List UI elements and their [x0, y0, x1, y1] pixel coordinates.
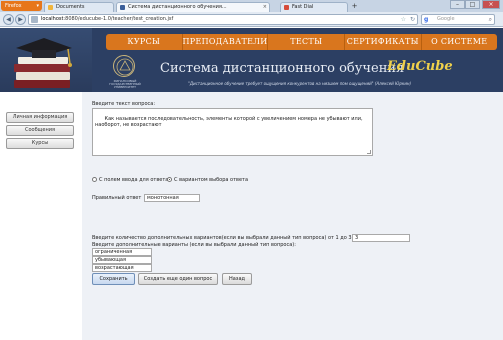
- tab-label: Documents: [56, 4, 85, 10]
- close-window-button[interactable]: ×: [482, 0, 500, 9]
- extra-variant-input-3[interactable]: возрастающая: [92, 264, 152, 272]
- close-tab-icon[interactable]: ×: [263, 3, 267, 12]
- chevron-down-icon: ▾: [36, 3, 39, 9]
- correct-answer-input[interactable]: монотонная: [144, 194, 200, 202]
- tab-fast-dial[interactable]: Fast Dial: [280, 2, 348, 12]
- tab-label: Система дистанционного обучения...: [128, 4, 227, 10]
- firefox-menu-label: Firefox: [5, 3, 22, 9]
- university-emblem-icon: [113, 55, 135, 77]
- site-brand: EduCube: [387, 59, 453, 74]
- firefox-menu-button[interactable]: Firefox ▾: [1, 1, 42, 11]
- radio-input-answer[interactable]: [92, 177, 97, 182]
- header-quote: "Дистанционное обучение требует ощущения…: [188, 81, 412, 86]
- variants-count-label: Введите количество дополнительных вариан…: [92, 235, 354, 241]
- sidebar-item-personal-info[interactable]: Личная информация: [6, 112, 74, 123]
- maximize-button[interactable]: □: [465, 0, 480, 9]
- url-host: localhost: [41, 16, 64, 22]
- url-path: :8080/educube-1.0/teacher/test_creation.…: [63, 16, 174, 22]
- site-icon: [120, 5, 125, 10]
- back-arrow-icon[interactable]: ◀: [3, 14, 14, 25]
- radio-input-answer-label: С полем ввода для ответа: [99, 177, 169, 183]
- minimize-button[interactable]: –: [450, 0, 465, 9]
- tab-educube[interactable]: Система дистанционного обучения... ×: [116, 2, 270, 12]
- url-text: localhost:8080/educube-1.0/teacher/test_…: [41, 15, 173, 24]
- sidebar-item-messages[interactable]: Сообщения: [6, 125, 74, 136]
- search-icon[interactable]: ⌕: [489, 15, 492, 24]
- menu-item-teachers[interactable]: ПРЕПОДАВАТЕЛИ: [183, 34, 269, 50]
- sidebar: Личная информация Сообщения Курсы: [0, 92, 82, 340]
- main-menu: КУРСЫ ПРЕПОДАВАТЕЛИ ТЕСТЫ СЕРТИФИКАТЫ О …: [106, 34, 497, 50]
- site-header: КУРСЫ ПРЕПОДАВАТЕЛИ ТЕСТЫ СЕРТИФИКАТЫ О …: [0, 28, 503, 92]
- fast-dial-icon: [284, 5, 289, 10]
- tab-documents[interactable]: Documents: [44, 2, 114, 12]
- logo-area: [0, 28, 92, 92]
- question-text: Как называется последовательность, элеме…: [95, 116, 365, 128]
- sidebar-item-courses[interactable]: Курсы: [6, 138, 74, 149]
- browser-nav-bar: ◀ ▶ localhost:8080/educube-1.0/teacher/t…: [0, 12, 503, 27]
- folder-icon: [48, 5, 53, 10]
- site-identity-icon: [31, 16, 38, 23]
- books-graphic: [14, 38, 72, 88]
- menu-item-certificates[interactable]: СЕРТИФИКАТЫ: [345, 34, 422, 50]
- books-logo-icon: [10, 36, 76, 90]
- page: КУРСЫ ПРЕПОДАВАТЕЛИ ТЕСТЫ СЕРТИФИКАТЫ О …: [0, 28, 503, 340]
- search-bar[interactable]: g Google ⌕: [421, 14, 495, 25]
- radio-choice-answer-label: С вариантом выбора ответа: [174, 177, 249, 183]
- question-label: Введите текст вопроса:: [92, 101, 156, 107]
- resize-grip-icon[interactable]: [367, 150, 371, 154]
- google-icon: g: [424, 16, 429, 23]
- radio-choice-answer[interactable]: [167, 177, 172, 182]
- test-creation-form: Введите текст вопроса: Как называется по…: [82, 92, 503, 340]
- tab-label: Fast Dial: [292, 4, 314, 10]
- menu-item-courses[interactable]: КУРСЫ: [106, 34, 183, 50]
- save-button[interactable]: Сохранить: [92, 273, 135, 285]
- create-another-question-button[interactable]: Создать еще один вопрос: [138, 273, 218, 285]
- bookmark-star-icon[interactable]: ☆: [401, 15, 406, 24]
- back-button[interactable]: Назад: [222, 273, 252, 285]
- extra-variant-input-2[interactable]: убывающая: [92, 256, 152, 264]
- plus-icon: +: [351, 2, 358, 10]
- browser-tab-bar: Firefox ▾ Documents Система дистанционно…: [0, 0, 503, 12]
- question-textarea[interactable]: Как называется последовательность, элеме…: [92, 108, 373, 156]
- emblem-graphic: [116, 58, 134, 76]
- search-placeholder: Google: [437, 16, 455, 22]
- reload-icon[interactable]: ↻: [410, 15, 415, 24]
- new-tab-button[interactable]: +: [350, 2, 359, 11]
- correct-answer-label: Правильный ответ: [92, 195, 142, 201]
- emblem-caption: ФИНАНСОВЫЙ ГОСУДАРСТВЕННЫЙ УНИВЕРСИТЕТ: [109, 79, 141, 89]
- extra-variant-input-1[interactable]: ограниченная: [92, 248, 152, 256]
- site-title: Система дистанционного обучения: [160, 61, 405, 76]
- menu-item-tests[interactable]: ТЕСТЫ: [268, 34, 345, 50]
- forward-arrow-icon[interactable]: ▶: [15, 14, 26, 25]
- variants-count-input[interactable]: 3: [352, 234, 410, 242]
- address-bar[interactable]: localhost:8080/educube-1.0/teacher/test_…: [28, 14, 418, 25]
- menu-item-about[interactable]: О СИСТЕМЕ: [422, 34, 498, 50]
